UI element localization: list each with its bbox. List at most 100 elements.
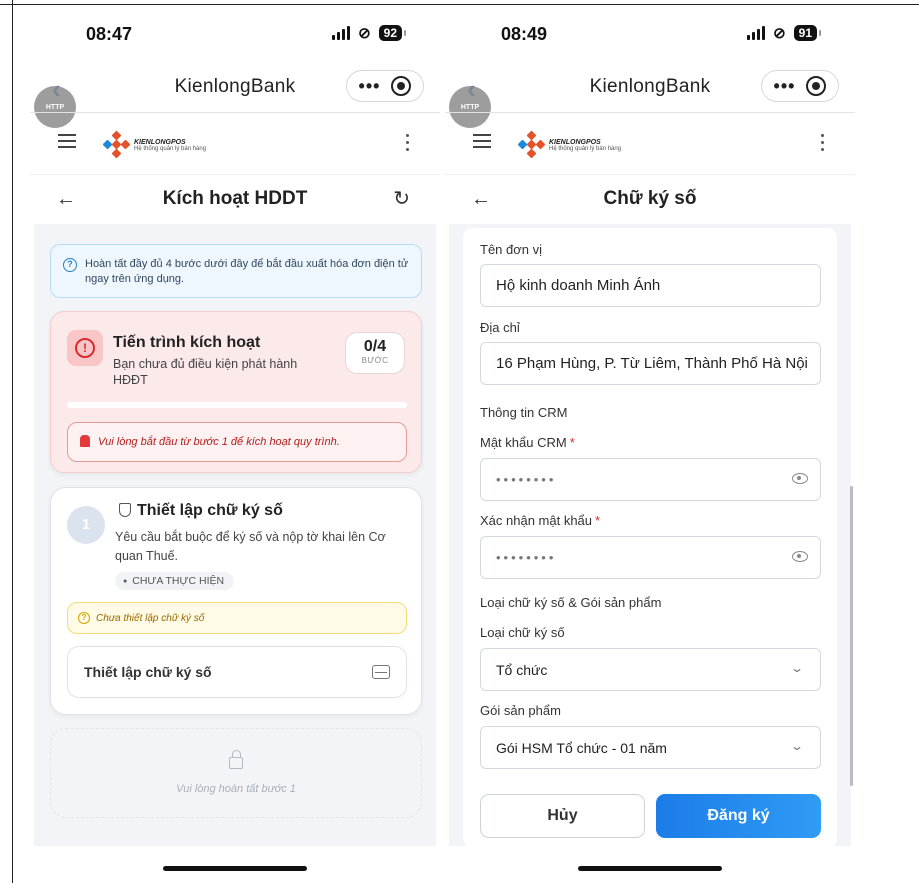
alert-circle-icon: ! [67,330,103,366]
confirm-password-field[interactable]: •••••••• [480,536,821,579]
page-header: ← Kích hoạt HDDT ↻ [30,176,440,224]
info-text: Hoàn tất đầy đủ 4 bước dưới đây để bắt đ… [85,258,409,285]
shield-icon [119,503,131,517]
link-icon: ⊘ [358,25,371,42]
step-warning: ? Chưa thiết lập chữ ký số [67,602,407,634]
divider [445,112,855,113]
http-badge: HTTP [449,86,491,128]
info-icon: ? [63,258,77,272]
confirm-password-value: •••••••• [496,550,557,565]
confirm-password-label-text: Xác nhận mật khẩu [480,513,593,528]
drive-icon [372,665,390,679]
required-mark: * [595,513,601,528]
setup-signature-label: Thiết lập chữ ký số [84,664,212,680]
progress-count: 0/4 BƯỚC [345,332,405,374]
package-select[interactable]: Gói HSM Tổ chức - 01 năm ⌄ [480,726,821,769]
signature-type-select[interactable]: Tổ chức ⌄ [480,648,821,691]
crm-password-label: Mật khẩu CRM * [480,435,575,450]
address-field[interactable]: 16 Phạm Hùng, P. Từ Liêm, Thành Phố Hà N… [480,342,821,385]
progress-count-unit: BƯỚC [361,356,389,365]
battery-icon: 92 [378,25,407,41]
lock-icon [229,750,243,769]
frame-left-border [12,0,13,883]
hamburger-icon[interactable] [58,134,76,152]
home-indicator [578,866,722,871]
divider [30,174,440,175]
progress-bar [67,402,407,408]
setup-signature-button[interactable]: Thiết lập chữ ký số [67,646,407,698]
divider [30,112,440,113]
progress-title: Tiến trình kích hoạt [113,334,261,351]
logo: KIENLONGPOS Hệ thống quản lý bán hàng [517,130,621,159]
target-icon[interactable] [391,76,412,96]
unit-name-label: Tên đơn vị [480,242,542,257]
status-badge: CHƯA THỰC HIỆN [115,572,235,590]
logo: KIENLONGPOS Hệ thống quản lý bán hàng [102,130,207,159]
locked-step-text: Vui lòng hoàn tất bước 1 [176,783,296,795]
signature-form: Tên đơn vị Hộ kinh doanh Minh Ánh Địa ch… [463,228,837,848]
locked-step-card: Vui lòng hoàn tất bước 1 [50,728,422,818]
progress-alert: Vui lòng bắt đầu từ bước 1 để kích hoạt … [67,422,407,462]
pos-nav: KIENLONGPOS Hệ thống quản lý bán hàng [30,124,440,164]
refresh-icon[interactable]: ↻ [393,186,410,211]
required-mark: * [569,435,575,450]
battery-icon: 91 [793,25,822,41]
confirm-password-label: Xác nhận mật khẩu * [480,513,600,528]
logo-subtitle: Hệ thống quản lý bán hàng [134,145,207,152]
logo-mark-icon [517,130,546,159]
scrollbar[interactable] [850,486,853,786]
package-label: Gói sản phẩm [480,703,561,718]
status-bar: 08:47 ⊘ 92 [30,22,440,50]
eye-icon[interactable] [792,473,808,484]
chevron-down-icon: ⌄ [789,661,805,675]
page-header: ← Chữ ký số [445,176,855,224]
eye-icon[interactable] [792,551,808,562]
frame-top-border [0,4,919,5]
signal-icon [747,26,766,40]
pos-nav: KIENLONGPOS Hệ thống quản lý bán hàng [445,124,855,164]
logo-mark-icon [102,130,131,159]
unit-name-field[interactable]: Hộ kinh doanh Minh Ánh [480,264,821,307]
siren-icon [80,435,90,447]
address-label: Địa chỉ [480,320,520,335]
status-time: 08:47 [86,24,133,44]
status-bar: 08:49 ⊘ 91 [445,22,855,50]
progress-count-value: 0/4 [363,338,387,355]
register-button[interactable]: Đăng ký [656,794,821,838]
status-time: 08:49 [501,24,548,44]
signal-icon [332,26,351,40]
chevron-down-icon: ⌄ [789,739,805,753]
progress-alert-text: Vui lòng bắt đầu từ bước 1 để kích hoạt … [98,436,340,448]
step-description: Yêu cầu bắt buộc để ký số và nộp tờ khai… [115,530,386,563]
step-card-signature: 1 Thiết lập chữ ký số Yêu cầu bắt buộc đ… [50,487,422,715]
crm-password-field[interactable]: •••••••• [480,458,821,501]
target-icon[interactable] [806,76,827,96]
crm-password-value: •••••••• [496,472,557,487]
http-badge: HTTP [34,86,76,128]
more-icon[interactable]: ••• [774,76,796,97]
left-phone-screen: 08:47 ⊘ 92 ‹ KienlongBank ••• HTTP [30,6,440,883]
home-indicator [163,866,307,871]
crm-password-label-text: Mật khẩu CRM [480,435,567,450]
logo-brand: KIENLONGPOS [134,138,186,146]
app-header: ‹ KienlongBank ••• HTTP [445,66,855,128]
more-icon[interactable]: ••• [359,76,381,97]
signature-type-value: Tổ chức [496,662,548,678]
package-value: Gói HSM Tổ chức - 01 năm [496,740,667,756]
step-title-text: Thiết lập chữ ký số [137,502,283,519]
info-banner: ? Hoàn tất đầy đủ 4 bước dưới đây để bắt… [50,244,422,298]
crm-section-title: Thông tin CRM [480,405,568,420]
progress-card: ! Tiến trình kích hoạt Bạn chưa đủ điều … [50,311,422,473]
mini-program-capsule: ••• [761,70,839,102]
logo-brand: KIENLONGPOS [549,138,601,146]
link-icon: ⊘ [773,25,786,42]
warning-icon: ? [78,612,90,624]
kebab-icon[interactable] [821,134,825,155]
cancel-button[interactable]: Hủy [480,794,645,838]
right-phone-screen: 08:49 ⊘ 91 ‹ KienlongBank ••• HTTP [445,6,855,883]
divider [445,174,855,175]
hamburger-icon[interactable] [473,134,491,152]
kebab-icon[interactable] [406,134,410,155]
step-number: 1 [67,506,105,544]
step-title: Thiết lập chữ ký số [119,502,283,520]
